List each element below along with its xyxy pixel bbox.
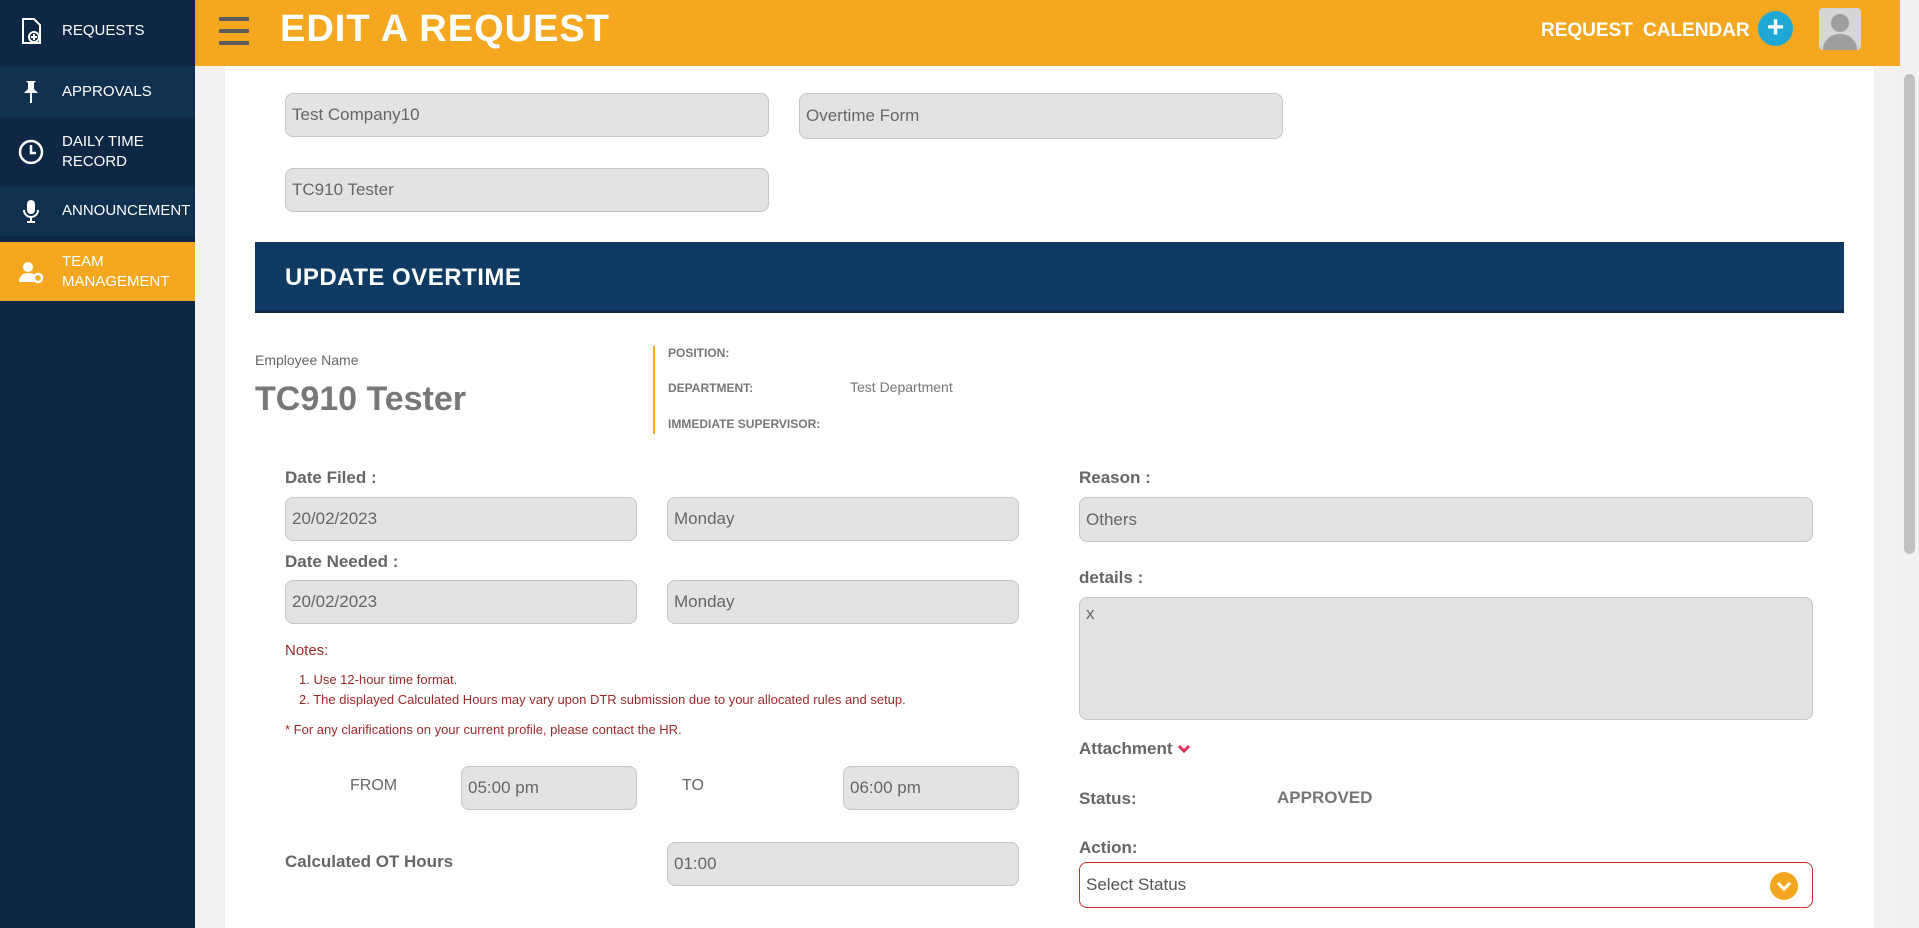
notes-label: Notes: [285,642,329,659]
add-request-button[interactable]: + [1758,11,1793,46]
chevron-down-icon [1177,744,1190,754]
hamburger-menu-icon[interactable] [219,17,249,45]
from-label: FROM [350,777,398,794]
user-gear-icon [0,258,62,286]
details-textarea[interactable]: x [1079,597,1813,720]
sidebar-item-label: APPROVALS [62,83,152,100]
calendar-link[interactable]: CALENDAR [1643,20,1750,42]
action-select-value: Select Status [1086,875,1187,894]
update-overtime-header: UPDATE OVERTIME [255,242,1844,313]
sidebar-item-label: DAILY TIME RECORD [62,133,144,170]
to-time-field[interactable]: 06:00 pm [843,766,1019,810]
sidebar-item-announcement[interactable]: ANNOUNCEMENT [0,186,195,236]
top-header: EDIT A REQUEST REQUEST CALENDAR + [195,0,1900,66]
note-3: * For any clarifications on your current… [285,722,682,737]
sidebar-item-label: TEAM MANAGEMENT [62,252,170,290]
date-needed-day-field[interactable]: Monday [667,580,1019,624]
employee-name-label: Employee Name [255,352,359,368]
sidebar-item-daily-time-record[interactable]: DAILY TIME RECORD [0,124,195,180]
date-filed-field[interactable]: 20/02/2023 [285,497,637,541]
department-value: Test Department [850,379,953,395]
department-label: DEPARTMENT: [668,381,754,395]
chevron-down-icon[interactable] [1770,872,1798,900]
calculated-ot-label: Calculated OT Hours [285,852,454,871]
avatar[interactable] [1819,8,1861,50]
calculated-ot-field[interactable]: 01:00 [667,842,1019,886]
sidebar-item-label: ANNOUNCEMENT [62,202,191,219]
attachment-label: Attachment [1079,739,1173,758]
date-needed-field[interactable]: 20/02/2023 [285,580,637,624]
scroll-thumb[interactable] [1904,74,1915,554]
form-type-field[interactable]: Overtime Form [799,93,1283,139]
sidebar-item-label: REQUESTS [62,22,145,39]
section-title: UPDATE OVERTIME [285,264,522,291]
supervisor-label: IMMEDIATE SUPERVISOR: [668,417,821,431]
info-divider [653,346,655,434]
sidebar: REQUESTS APPROVALS DAILY TIME RECORD ANN… [0,0,195,928]
reason-field[interactable]: Others [1079,497,1813,542]
details-label: details : [1079,568,1144,587]
attachment-toggle[interactable]: Attachment [1079,739,1191,759]
page-scrollbar[interactable] [1900,0,1919,928]
action-label: Action: [1079,838,1138,857]
employee-name: TC910 Tester [255,380,467,418]
position-label: POSITION: [668,346,730,360]
action-select[interactable]: Select Status [1079,862,1813,908]
pin-icon [0,78,62,106]
reason-label: Reason : [1079,468,1151,487]
main-content: Test Company10 Overtime Form TC910 Teste… [225,66,1874,928]
date-filed-day-field[interactable]: Monday [667,497,1019,541]
employee-field[interactable]: TC910 Tester [285,168,769,212]
file-plus-icon [0,17,62,45]
clock-icon [0,138,62,166]
page-title: EDIT A REQUEST [280,8,610,50]
from-time-field[interactable]: 05:00 pm [461,766,637,810]
microphone-icon [0,197,62,225]
sidebar-item-approvals[interactable]: APPROVALS [0,66,195,118]
request-link[interactable]: REQUEST [1541,20,1633,42]
date-filed-label: Date Filed : [285,468,377,487]
company-field[interactable]: Test Company10 [285,93,769,137]
note-2: 2. The displayed Calculated Hours may va… [299,692,906,707]
sidebar-item-team-management[interactable]: TEAM MANAGEMENT [0,242,195,301]
note-1: 1. Use 12-hour time format. [299,672,458,687]
date-needed-label: Date Needed : [285,552,399,571]
to-label: TO [682,777,704,794]
status-badge: APPROVED [1277,788,1373,807]
sidebar-item-requests[interactable]: REQUESTS [0,6,195,56]
status-label: Status: [1079,789,1137,808]
